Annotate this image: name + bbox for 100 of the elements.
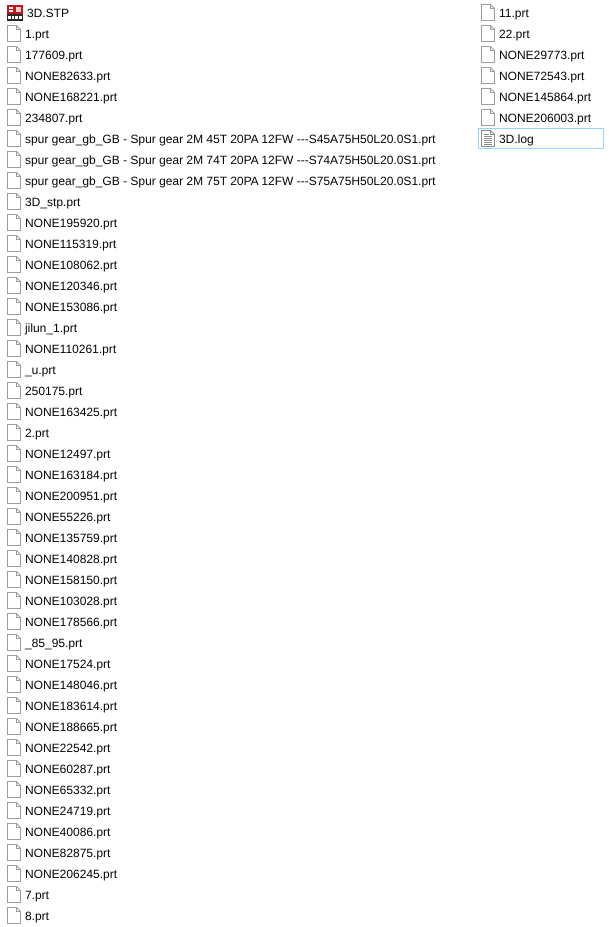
document-icon (7, 235, 21, 252)
file-item[interactable]: NONE12497.prt (4, 443, 114, 464)
document-icon (7, 844, 21, 861)
file-item[interactable]: 8.prt (4, 905, 52, 926)
file-item[interactable]: NONE168221.prt (4, 86, 120, 107)
file-item[interactable]: NONE200951.prt (4, 485, 120, 506)
logo-icon (7, 4, 23, 20)
document-icon (7, 739, 21, 756)
file-item[interactable]: NONE188665.prt (4, 716, 120, 737)
file-item[interactable]: NONE110261.prt (4, 338, 120, 359)
document-icon (7, 634, 21, 651)
file-item[interactable]: 22.prt (478, 23, 533, 44)
file-item[interactable]: 250175.prt (4, 380, 86, 401)
document-icon (7, 361, 21, 378)
text-document-icon (481, 130, 495, 147)
document-icon (7, 613, 21, 630)
file-item[interactable]: spur gear_gb_GB - Spur gear 2M 75T 20PA 12FW ---S75A75H50L20.0S1.prt (4, 170, 438, 191)
file-item[interactable]: 3D_stp.prt (4, 191, 84, 212)
file-item[interactable]: NONE55226.prt (4, 506, 114, 527)
document-icon (7, 760, 21, 777)
file-item[interactable]: jilun_1.prt (4, 317, 80, 338)
document-icon (7, 403, 21, 420)
file-item[interactable]: 3D.STP (4, 2, 72, 23)
file-item[interactable]: NONE178566.prt (4, 611, 120, 632)
file-item[interactable]: NONE163184.prt (4, 464, 120, 485)
document-icon (7, 592, 21, 609)
file-item[interactable]: NONE140828.prt (4, 548, 120, 569)
document-icon (7, 466, 21, 483)
file-item[interactable]: NONE108062.prt (4, 254, 120, 275)
file-item[interactable]: spur gear_gb_GB - Spur gear 2M 74T 20PA 12FW ---S74A75H50L20.0S1.prt (4, 149, 438, 170)
document-icon (7, 424, 21, 441)
document-icon (7, 109, 21, 126)
document-icon (7, 88, 21, 105)
file-item[interactable]: NONE195920.prt (4, 212, 120, 233)
file-item[interactable]: NONE135759.prt (4, 527, 120, 548)
file-item[interactable]: NONE65332.prt (4, 779, 114, 800)
document-icon (7, 718, 21, 735)
document-icon (7, 823, 21, 840)
file-item[interactable]: NONE115319.prt (4, 233, 120, 254)
document-icon (7, 529, 21, 546)
document-icon (7, 781, 21, 798)
document-icon (7, 445, 21, 462)
document-icon (7, 886, 21, 903)
document-icon (7, 655, 21, 672)
file-item[interactable]: NONE158150.prt (4, 569, 120, 590)
document-icon (7, 298, 21, 315)
file-item[interactable]: NONE60287.prt (4, 758, 114, 779)
document-icon (481, 109, 495, 126)
file-item[interactable]: NONE29773.prt (478, 44, 588, 65)
document-icon (7, 256, 21, 273)
file-item[interactable]: _85_95.prt (4, 632, 86, 653)
document-icon (7, 697, 21, 714)
document-icon (7, 25, 21, 42)
document-icon (7, 193, 21, 210)
document-icon (7, 340, 21, 357)
document-icon (481, 67, 495, 84)
file-item[interactable]: NONE22542.prt (4, 737, 114, 758)
file-item[interactable]: NONE206003.prt (478, 107, 594, 128)
file-item[interactable]: NONE153086.prt (4, 296, 120, 317)
file-item[interactable]: NONE82633.prt (4, 65, 114, 86)
file-item[interactable]: NONE82875.prt (4, 842, 114, 863)
file-item[interactable]: NONE120346.prt (4, 275, 120, 296)
document-icon (7, 487, 21, 504)
document-icon (7, 571, 21, 588)
document-icon (7, 676, 21, 693)
file-item[interactable]: 1.prt (4, 23, 52, 44)
file-item[interactable]: NONE206245.prt (4, 863, 120, 884)
file-item[interactable]: NONE103028.prt (4, 590, 120, 611)
file-item[interactable]: 177609.prt (4, 44, 86, 65)
document-icon (481, 25, 495, 42)
file-item[interactable]: NONE183614.prt (4, 695, 120, 716)
file-item[interactable]: 234807.prt (4, 107, 86, 128)
file-item[interactable]: NONE40086.prt (4, 821, 114, 842)
file-item[interactable]: NONE17524.prt (4, 653, 114, 674)
document-icon (7, 172, 21, 189)
file-item[interactable]: NONE24719.prt (4, 800, 114, 821)
document-icon (7, 550, 21, 567)
document-icon (481, 4, 495, 21)
document-icon (7, 907, 21, 924)
document-icon (7, 46, 21, 63)
file-item[interactable]: NONE72543.prt (478, 65, 588, 86)
document-icon (7, 508, 21, 525)
file-item[interactable]: 7.prt (4, 884, 52, 905)
file-item[interactable]: 2.prt (4, 422, 52, 443)
document-icon (481, 46, 495, 63)
file-item[interactable]: spur gear_gb_GB - Spur gear 2M 45T 20PA 12FW ---S45A75H50L20.0S1.prt (4, 128, 438, 149)
document-icon (7, 151, 21, 168)
file-item[interactable]: _u.prt (4, 359, 59, 380)
file-item[interactable]: NONE163425.prt (4, 401, 120, 422)
document-icon (7, 130, 21, 147)
document-icon (7, 319, 21, 336)
file-item[interactable]: 11.prt (478, 2, 532, 23)
document-icon (7, 277, 21, 294)
file-item[interactable]: NONE148046.prt (4, 674, 120, 695)
file-item[interactable]: NONE145864.prt (478, 86, 594, 107)
document-icon (7, 214, 21, 231)
file-item[interactable]: 3D.log (478, 128, 604, 149)
document-icon (481, 88, 495, 105)
document-icon (7, 382, 21, 399)
document-icon (7, 802, 21, 819)
